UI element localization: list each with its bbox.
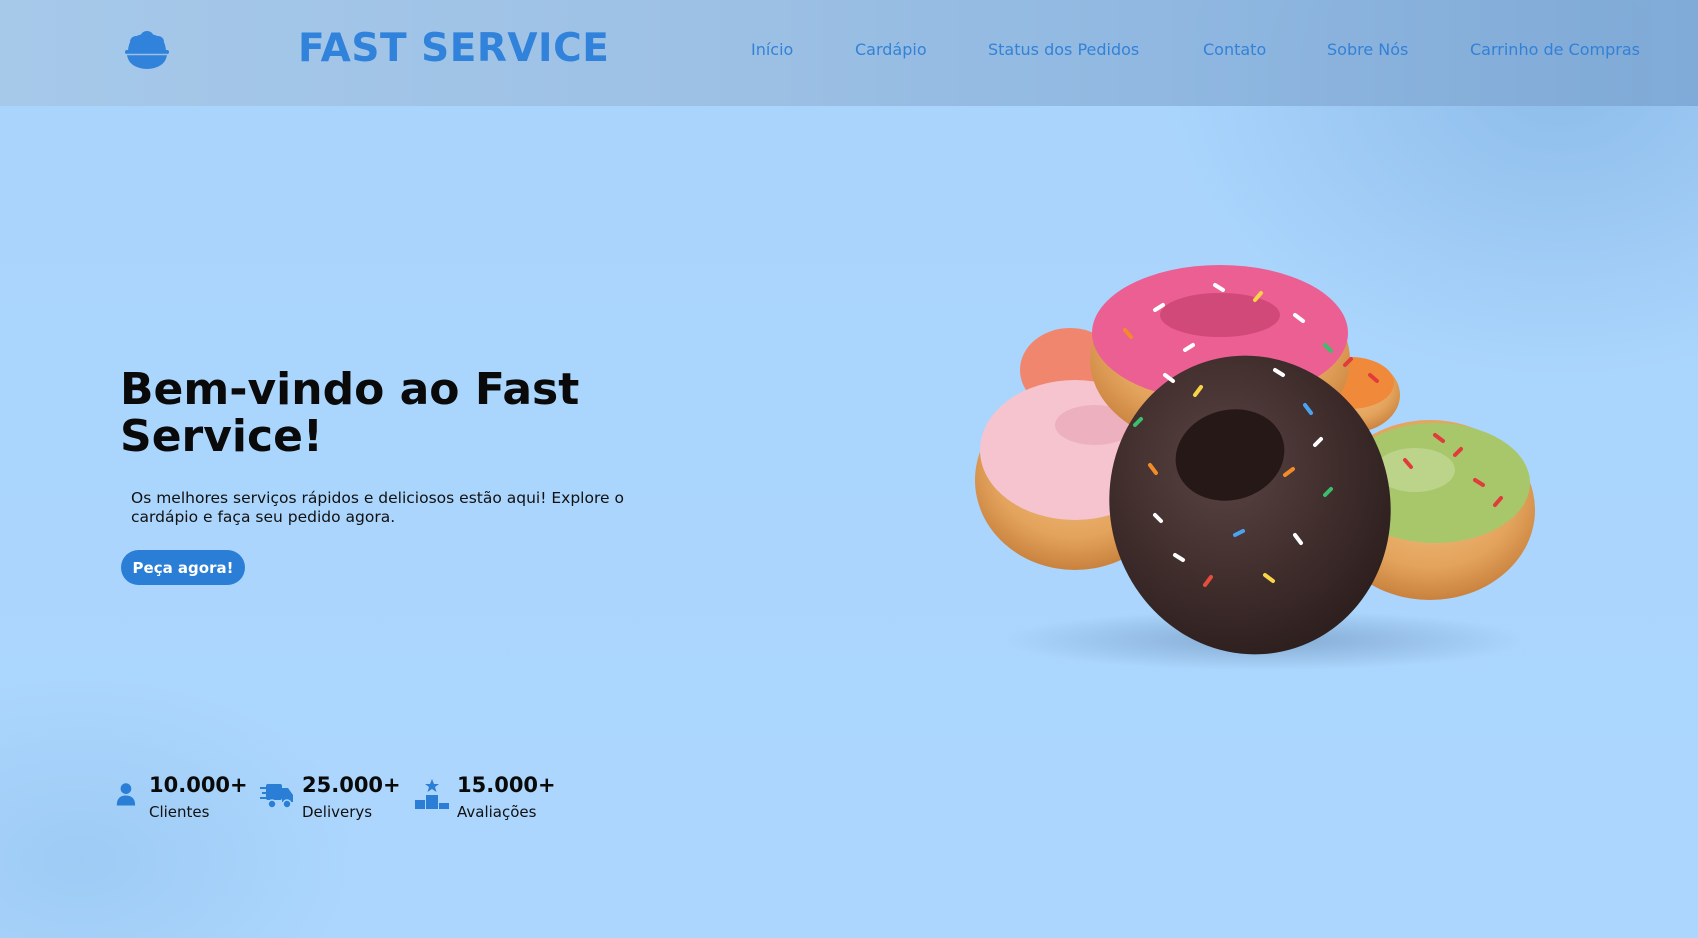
stat-label: Clientes <box>149 803 210 821</box>
nav-item-contato[interactable]: Contato <box>1203 40 1266 59</box>
stat-clientes: 10.000+ Clientes <box>116 770 248 826</box>
nav-item-sobre-nos[interactable]: Sobre Nós <box>1327 40 1408 59</box>
delivery-truck-icon <box>260 784 293 809</box>
stat-value: 10.000+ <box>149 773 248 797</box>
stat-label: Deliverys <box>302 803 373 821</box>
stat-label: Avaliações <box>457 803 537 821</box>
stat-avaliacoes: 15.000+ Avaliações <box>415 770 556 826</box>
nav-item-inicio[interactable]: Início <box>751 40 793 59</box>
order-now-button[interactable]: Peça agora! <box>121 550 245 585</box>
hero-title: Bem-vindo ao Fast Service! <box>120 364 580 462</box>
donuts-stack-image <box>975 265 1535 670</box>
main-nav: Início Cardápio Status dos Pedidos Conta… <box>0 40 1698 64</box>
nav-item-carrinho[interactable]: Carrinho de Compras <box>1470 40 1640 59</box>
nav-item-cardapio[interactable]: Cardápio <box>855 40 927 59</box>
navbar: FAST SERVICE Início Cardápio Status dos … <box>0 0 1698 106</box>
stat-value: 25.000+ <box>302 773 401 797</box>
hero-subtitle: Os melhores serviços rápidos e delicioso… <box>131 489 624 526</box>
nav-item-status-pedidos[interactable]: Status dos Pedidos <box>988 40 1139 59</box>
podium-star-icon <box>415 779 449 809</box>
user-icon <box>116 783 136 806</box>
stat-value: 15.000+ <box>457 773 556 797</box>
stat-deliverys: 25.000+ Deliverys <box>260 770 401 826</box>
